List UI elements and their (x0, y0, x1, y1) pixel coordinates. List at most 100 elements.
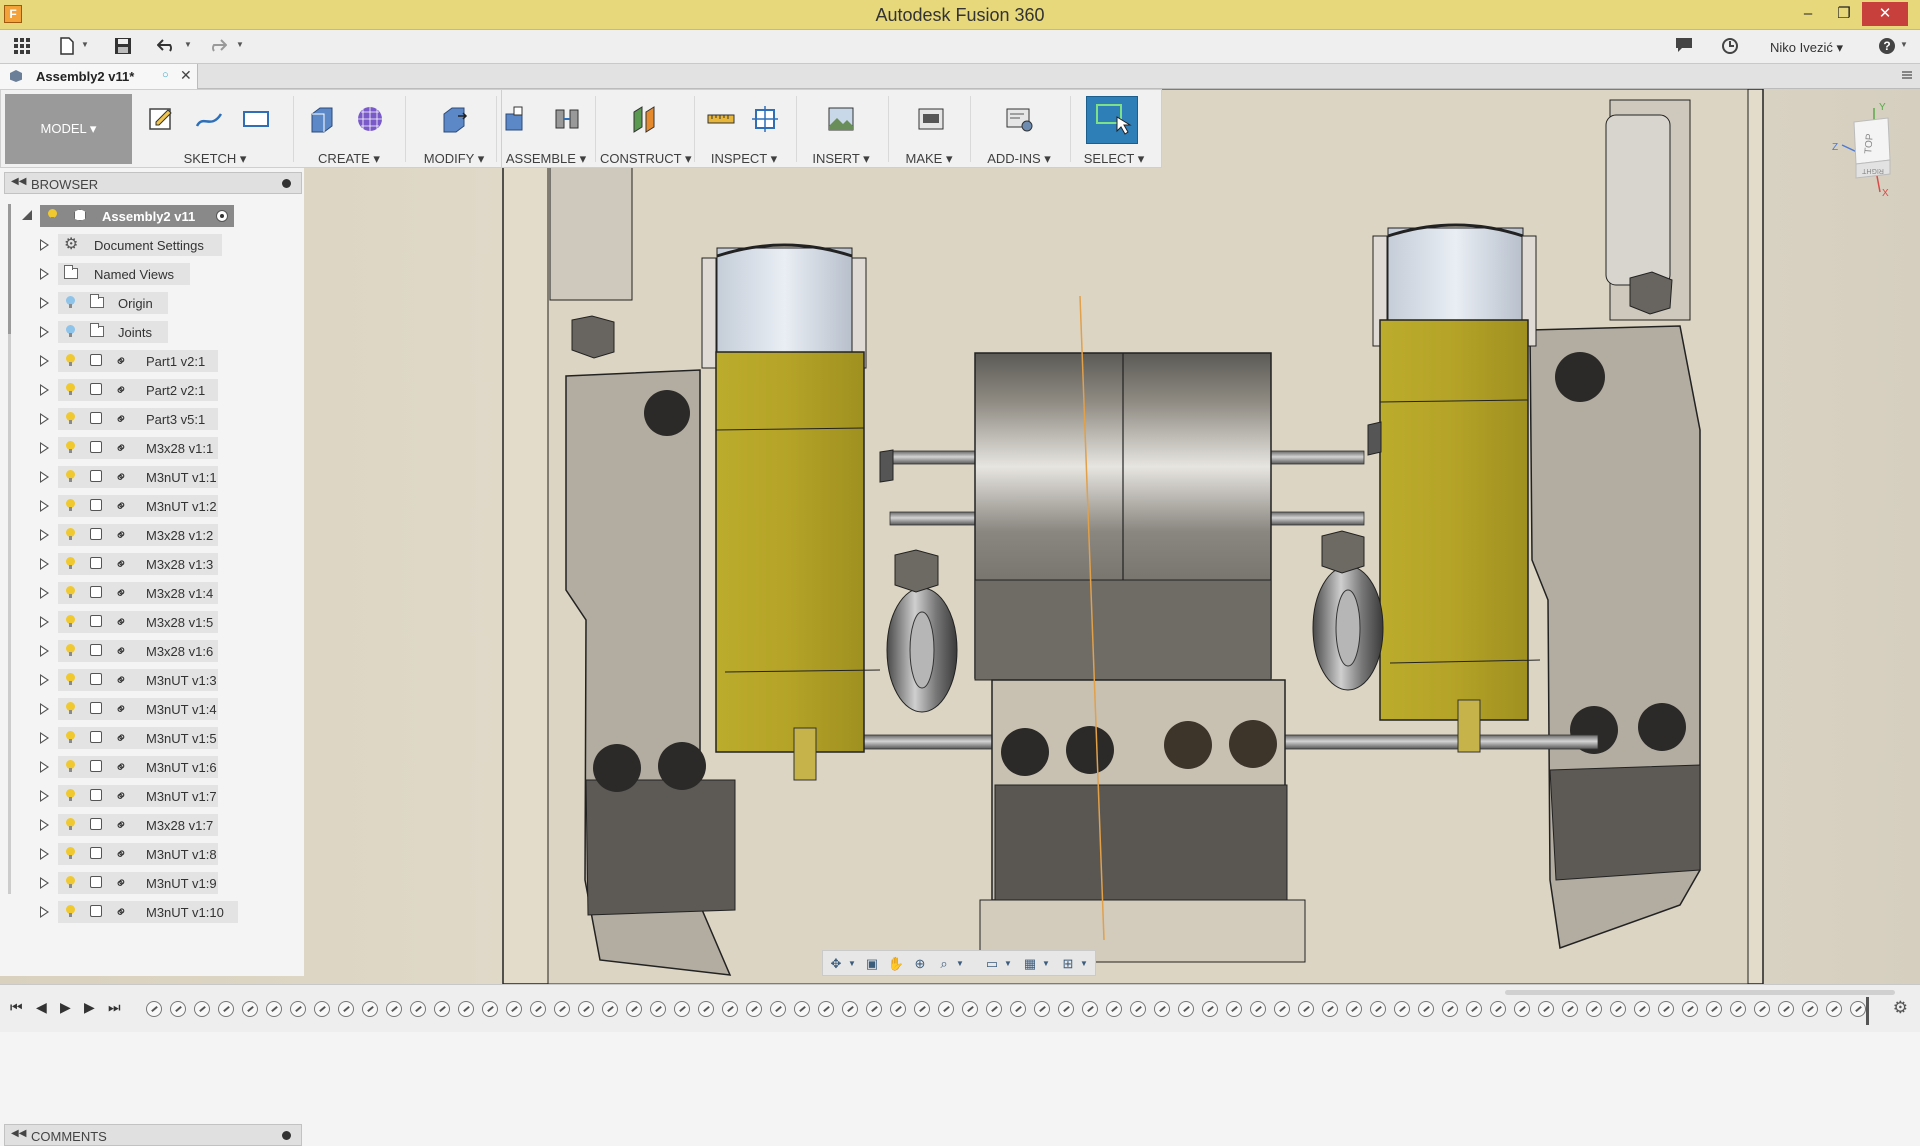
viewports-dropdown-icon[interactable]: ▼ (1075, 955, 1093, 973)
collapse-panel-icon[interactable]: ◀◀ (11, 176, 26, 187)
timeline-joint-icon[interactable] (842, 1001, 858, 1017)
timeline-joint-icon[interactable] (1562, 1001, 1578, 1017)
grid-dropdown-icon[interactable]: ▼ (1037, 955, 1055, 973)
timeline-joint-icon[interactable] (1154, 1001, 1170, 1017)
timeline-joint-icon[interactable] (1634, 1001, 1650, 1017)
visibility-bulb-icon[interactable] (66, 383, 75, 395)
activate-radio-icon[interactable] (216, 210, 228, 222)
expand-arrow-icon[interactable] (40, 616, 49, 628)
visibility-bulb-icon[interactable] (66, 847, 75, 859)
component-checkbox-icon[interactable] (90, 789, 102, 801)
timeline-joint-icon[interactable] (1394, 1001, 1410, 1017)
timeline-joint-icon[interactable] (1610, 1001, 1626, 1017)
view-cube[interactable]: TOP RIGHT Y Z X (1824, 100, 1912, 199)
browser-item[interactable]: ⚭ M3nUT v1:3 (0, 668, 300, 692)
expand-arrow-icon[interactable] (40, 906, 49, 918)
timeline-joint-icon[interactable] (602, 1001, 618, 1017)
add-ins-group[interactable]: ADD-INS ▾ (974, 90, 1064, 169)
clock-icon[interactable] (1719, 37, 1741, 57)
browser-item[interactable]: ⚭ M3x28 v1:7 (0, 813, 300, 837)
component-checkbox-icon[interactable] (90, 412, 102, 424)
timeline-scrollbar[interactable] (1505, 990, 1895, 995)
orbit-dropdown-icon[interactable]: ▼ (843, 955, 861, 973)
collapse-arrow-icon[interactable] (22, 210, 32, 220)
expand-arrow-icon[interactable] (40, 645, 49, 657)
timeline-joint-icon[interactable] (986, 1001, 1002, 1017)
browser-item[interactable]: ⚭ M3nUT v1:7 (0, 784, 300, 808)
component-checkbox-icon[interactable] (90, 586, 102, 598)
expand-arrow-icon[interactable] (40, 471, 49, 483)
comments-header[interactable]: ◀◀ COMMENTS (4, 1124, 302, 1146)
timeline-joint-icon[interactable] (1850, 1001, 1866, 1017)
browser-item[interactable]: ⚭ M3x28 v1:1 (0, 436, 300, 460)
expand-arrow-icon[interactable] (40, 674, 49, 686)
browser-item[interactable]: ⚭ M3x28 v1:3 (0, 552, 300, 576)
expand-arrow-icon[interactable] (40, 558, 49, 570)
timeline-joint-icon[interactable] (1778, 1001, 1794, 1017)
browser-item[interactable]: Joints (0, 320, 300, 344)
visibility-bulb-icon[interactable] (48, 209, 57, 221)
component-checkbox-icon[interactable] (90, 847, 102, 859)
component-checkbox-icon[interactable] (90, 354, 102, 366)
timeline-joint-icon[interactable] (1370, 1001, 1386, 1017)
grid-icon[interactable] (11, 37, 33, 57)
tab-overflow-icon[interactable] (1900, 68, 1914, 85)
browser-item[interactable]: ⚭ M3nUT v1:2 (0, 494, 300, 518)
browser-item[interactable]: ⚭ M3nUT v1:5 (0, 726, 300, 750)
joint-icon[interactable] (552, 104, 582, 134)
expand-arrow-icon[interactable] (40, 761, 49, 773)
visibility-bulb-icon[interactable] (66, 789, 75, 801)
browser-item[interactable]: ⚭ M3x28 v1:2 (0, 523, 300, 547)
timeline-joint-icon[interactable] (1226, 1001, 1242, 1017)
browser-item[interactable]: ⚭ M3x28 v1:5 (0, 610, 300, 634)
component-checkbox-icon[interactable] (90, 499, 102, 511)
create-sketch-icon[interactable] (147, 104, 177, 134)
timeline-joint-icon[interactable] (1250, 1001, 1266, 1017)
assemble-group[interactable]: ASSEMBLE ▾ (502, 90, 590, 169)
expand-arrow-icon[interactable] (40, 355, 49, 367)
expand-arrow-icon[interactable] (40, 790, 49, 802)
construct-group[interactable]: CONSTRUCT ▾ (600, 90, 692, 169)
timeline-joint-icon[interactable] (338, 1001, 354, 1017)
visibility-bulb-icon[interactable] (66, 296, 75, 308)
new-component-icon[interactable] (502, 104, 532, 134)
expand-arrow-icon[interactable] (40, 877, 49, 889)
select-group[interactable]: SELECT ▾ (1074, 90, 1154, 169)
inspect-group[interactable]: INSPECT ▾ (698, 90, 790, 169)
expand-arrow-icon[interactable] (40, 732, 49, 744)
timeline-joint-icon[interactable] (506, 1001, 522, 1017)
visibility-bulb-icon[interactable] (66, 760, 75, 772)
expand-arrow-icon[interactable] (40, 326, 49, 338)
component-checkbox-icon[interactable] (90, 383, 102, 395)
timeline-settings-icon[interactable]: ⚙ (1893, 998, 1908, 1018)
save-icon[interactable] (112, 37, 134, 57)
sketch-group[interactable]: SKETCH ▾ (141, 90, 289, 169)
timeline-joint-icon[interactable] (746, 1001, 762, 1017)
browser-item[interactable]: ⚭ M3nUT v1:10 (0, 900, 300, 924)
visibility-bulb-icon[interactable] (66, 528, 75, 540)
create-group[interactable]: CREATE ▾ (299, 90, 399, 169)
timeline-joint-icon[interactable] (1058, 1001, 1074, 1017)
timeline-joint-icon[interactable] (818, 1001, 834, 1017)
timeline-joint-icon[interactable] (1322, 1001, 1338, 1017)
component-checkbox-icon[interactable] (90, 615, 102, 627)
timeline-joint-icon[interactable] (1730, 1001, 1746, 1017)
timeline-joint-icon[interactable] (554, 1001, 570, 1017)
timeline-joint-icon[interactable] (1682, 1001, 1698, 1017)
redo-icon[interactable] (206, 37, 228, 57)
form-icon[interactable] (355, 104, 385, 134)
browser-item[interactable]: ⚭ M3nUT v1:1 (0, 465, 300, 489)
pan-icon[interactable]: ✋ (887, 955, 905, 973)
timeline-joint-icon[interactable] (890, 1001, 906, 1017)
timeline-joint-icon[interactable] (698, 1001, 714, 1017)
visibility-bulb-icon[interactable] (66, 470, 75, 482)
browser-item[interactable]: ⚭ Part3 v5:1 (0, 407, 300, 431)
timeline-joint-icon[interactable] (530, 1001, 546, 1017)
close-window-button[interactable]: ✕ (1862, 2, 1908, 26)
redo-dropdown-icon[interactable]: ▼ (236, 40, 244, 49)
timeline-joint-icon[interactable] (314, 1001, 330, 1017)
timeline-joint-icon[interactable] (962, 1001, 978, 1017)
timeline-joint-icon[interactable] (170, 1001, 186, 1017)
user-menu[interactable]: Niko Ivezić ▾ (1770, 40, 1843, 56)
component-checkbox-icon[interactable] (90, 760, 102, 772)
